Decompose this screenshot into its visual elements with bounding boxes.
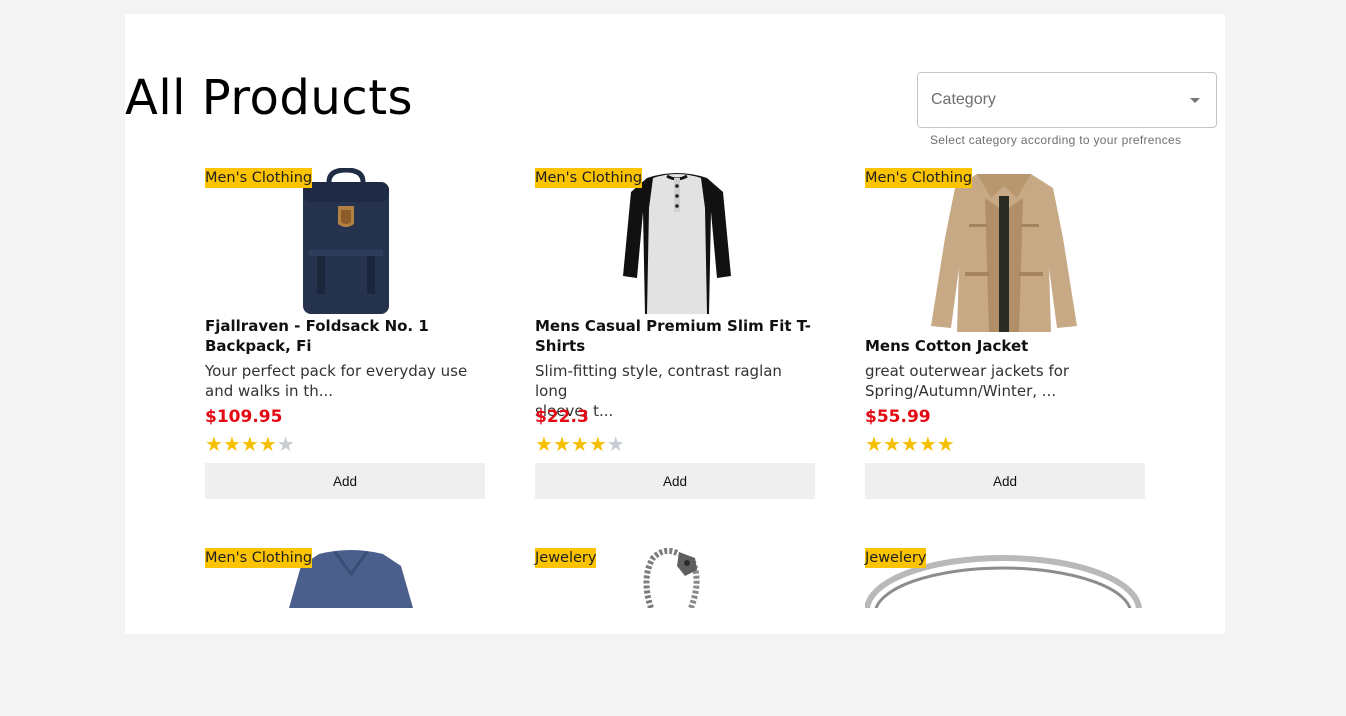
star-icon: ★ (222, 432, 241, 456)
rating-stars: ★★★★★ (535, 434, 625, 454)
product-title[interactable]: Fjallraven - Foldsack No. 1 Backpack, Fi (205, 316, 485, 356)
category-select-label: Category (931, 91, 996, 108)
product-price: $109.95 (205, 407, 283, 427)
star-icon: ★ (535, 432, 553, 456)
star-icon: ★ (882, 432, 901, 456)
rating-stars: ★★★★★ (865, 434, 955, 454)
category-helper-text: Select category according to your prefre… (930, 133, 1182, 147)
product-price: $22.3 (535, 407, 589, 427)
product-image (535, 168, 815, 336)
product-description-line: Your perfect pack for everyday use (205, 362, 468, 380)
star-icon: ★ (552, 432, 571, 456)
product-title-line: Mens Cotton Jacket (865, 337, 1029, 355)
add-to-cart-button[interactable]: Add (535, 463, 815, 499)
category-badge: Jewelery (535, 548, 597, 568)
star-icon: ★ (936, 432, 955, 456)
product-description: great outerwear jackets for Spring/Autum… (865, 361, 1145, 401)
product-description-line: Slim-fitting style, contrast raglan long (535, 362, 782, 400)
product-title-line: Fjallraven - Foldsack No. 1 (205, 317, 429, 335)
star-icon: ★ (606, 432, 625, 456)
page-title: All Products (125, 70, 414, 126)
star-icon: ★ (205, 432, 223, 456)
add-to-cart-button[interactable]: Add (865, 463, 1145, 499)
product-description: Your perfect pack for everyday use and w… (205, 361, 485, 401)
product-image (205, 548, 485, 716)
star-icon: ★ (240, 432, 259, 456)
raglan-shirt-icon (623, 173, 731, 314)
star-icon: ★ (588, 432, 607, 456)
product-title-line: Backpack, Fi (205, 337, 312, 355)
rating-stars: ★★★★★ (205, 434, 295, 454)
product-image (865, 168, 1145, 336)
product-title-line: Mens Casual Premium Slim Fit T- (535, 317, 811, 335)
star-icon: ★ (865, 432, 883, 456)
category-badge: Men's Clothing (535, 168, 643, 188)
category-filter: Category Select category according to yo… (917, 72, 1217, 147)
add-to-cart-button[interactable]: Add (205, 463, 485, 499)
star-icon: ★ (918, 432, 937, 456)
category-select[interactable]: Category (917, 72, 1217, 128)
category-badge: Men's Clothing (865, 168, 973, 188)
chevron-down-icon (1190, 98, 1200, 103)
product-image (865, 548, 1145, 716)
product-description-line: and walks in th... (205, 382, 334, 400)
product-description-line: great outerwear jackets for (865, 362, 1070, 380)
star-icon: ★ (570, 432, 589, 456)
category-badge: Jewelery (865, 548, 927, 568)
product-price: $55.99 (865, 407, 931, 427)
jacket-icon (931, 174, 1077, 332)
category-badge: Men's Clothing (205, 168, 313, 188)
product-description-line: Spring/Autumn/Winter, ... (865, 382, 1057, 400)
star-icon: ★ (276, 432, 295, 456)
product-title-line: Shirts (535, 337, 586, 355)
star-icon: ★ (258, 432, 277, 456)
product-title[interactable]: Mens Cotton Jacket (865, 336, 1145, 356)
star-icon: ★ (900, 432, 919, 456)
backpack-icon (303, 168, 389, 314)
category-badge: Men's Clothing (205, 548, 313, 568)
product-image (535, 548, 815, 716)
chain-bracelet-icon (643, 548, 700, 608)
product-title[interactable]: Mens Casual Premium Slim Fit T- Shirts (535, 316, 815, 356)
product-image (205, 168, 485, 336)
